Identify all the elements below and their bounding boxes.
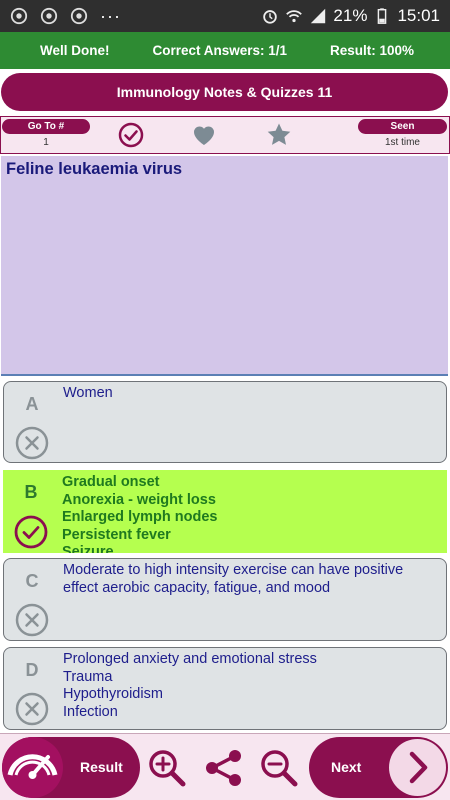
answer-line: Women <box>63 385 113 401</box>
next-label: Next <box>331 759 362 775</box>
answer-option-b[interactable]: B Gradual onset Anorexia - weight loss E… <box>3 470 447 553</box>
result-percentage: Result: 100% <box>329 43 414 58</box>
more-icon: ··· <box>100 5 121 26</box>
answer-text: Prolonged anxiety and emotional stress T… <box>63 651 438 721</box>
goto-value: 1 <box>43 137 49 148</box>
answer-line: Prolonged anxiety and emotional stress <box>63 651 317 667</box>
chrome-icon <box>10 7 28 25</box>
answer-letter: D <box>25 660 39 680</box>
result-label: Result <box>80 759 123 775</box>
score-message: Well Done! <box>40 43 110 58</box>
x-circle-icon <box>15 603 49 637</box>
share-icon[interactable] <box>204 748 244 788</box>
answer-text: Moderate to high intensity exercise can … <box>63 562 438 597</box>
battery-icon <box>378 8 387 24</box>
check-circle-icon <box>14 515 48 549</box>
zoom-in-icon[interactable] <box>147 748 187 788</box>
answer-line: Trauma <box>63 668 113 685</box>
answer-line: Enlarged lymph nodes <box>62 509 218 525</box>
chrome-icon <box>40 7 58 25</box>
answer-option-c[interactable]: C Moderate to high intensity exercise ca… <box>3 558 447 641</box>
result-button[interactable]: Result <box>2 737 140 798</box>
answer-line: Infection <box>63 703 118 720</box>
answer-line: Persistent fever <box>62 526 171 543</box>
answer-line: Seizure <box>62 544 114 553</box>
star-icon[interactable] <box>265 121 293 149</box>
answer-line: Moderate to high intensity exercise can … <box>63 562 404 596</box>
seen-badge: Seen <box>358 119 447 134</box>
status-bar-left: ··· <box>0 6 121 27</box>
answer-line: Gradual onset <box>62 474 160 490</box>
x-circle-icon <box>15 426 49 460</box>
tool-row: Go To # 1 Seen 1st time <box>0 116 450 154</box>
next-button[interactable]: Next <box>309 737 448 798</box>
answer-text: Gradual onset Anorexia - weight loss Enl… <box>62 474 439 553</box>
clock: 15:01 <box>397 6 440 25</box>
battery-percent: 21% <box>333 6 368 25</box>
gauge-icon <box>2 737 63 798</box>
alarm-icon <box>263 10 278 24</box>
answer-text: Women <box>63 385 438 403</box>
answer-option-a[interactable]: A Women <box>3 381 447 463</box>
zoom-out-icon[interactable] <box>259 748 299 788</box>
quiz-title[interactable]: Immunology Notes & Quizzes 11 <box>1 73 448 111</box>
chevron-right-icon <box>389 739 446 796</box>
answer-line: Hypothyroidism <box>63 686 163 702</box>
answer-letter: A <box>25 394 39 414</box>
check-circle-icon[interactable] <box>117 121 145 149</box>
answer-option-d[interactable]: D Prolonged anxiety and emotional stress… <box>3 647 447 730</box>
answer-letter: B <box>24 482 38 502</box>
answer-letter: C <box>25 571 39 591</box>
status-bar: ··· 21% 15:01 <box>0 0 450 32</box>
correct-answers-count: Correct Answers: 1/1 <box>152 43 288 58</box>
chrome-icon <box>70 7 88 25</box>
answer-line: Anorexia - weight loss <box>62 491 216 508</box>
bottom-bar: Result Next <box>0 733 450 800</box>
wifi-icon <box>286 10 303 23</box>
signal-icon <box>311 8 326 24</box>
x-circle-icon <box>15 692 49 726</box>
question-panel: Feline leukaemia virus <box>1 156 448 376</box>
question-text: Feline leukaemia virus <box>6 160 183 178</box>
status-bar-right: 21% 15:01 <box>261 6 450 26</box>
seen-value: 1st time <box>384 137 420 148</box>
heart-icon[interactable] <box>190 121 218 149</box>
score-bar: Well Done! Correct Answers: 1/1 Result: … <box>0 32 450 69</box>
goto-button[interactable]: Go To # <box>2 119 90 134</box>
